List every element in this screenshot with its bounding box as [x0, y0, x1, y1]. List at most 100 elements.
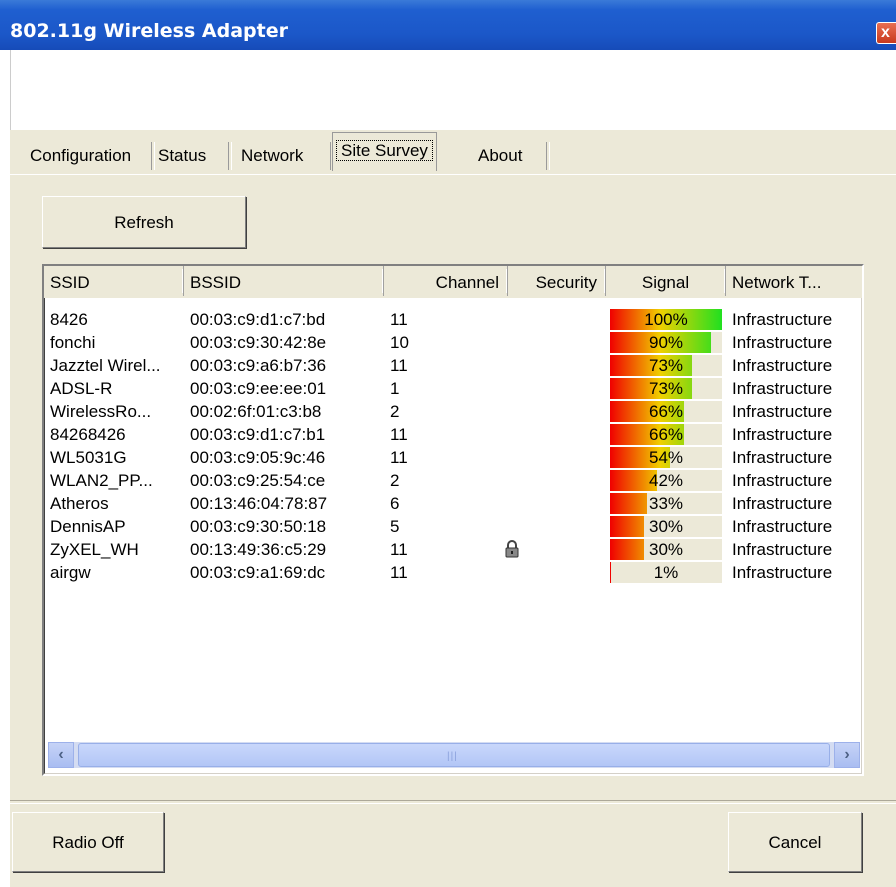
ssid-cell: 84268426	[50, 425, 126, 444]
bssid-cell: 00:13:46:04:78:87	[190, 494, 328, 513]
table-row[interactable]: 84268426 00:03:c9:d1:c7:b1 11 66% Infrastruc…	[44, 423, 862, 446]
scroll-right-icon[interactable]: ›	[834, 742, 860, 768]
signal-value: 90%	[648, 333, 684, 352]
tab-configuration[interactable]: Configuration	[30, 136, 131, 172]
channel-cell: 11	[390, 540, 408, 559]
ssid-cell: airgw	[50, 563, 91, 582]
refresh-button[interactable]: Refresh	[42, 196, 246, 248]
ssid-cell: Jazztel Wirel...	[50, 356, 161, 375]
banner-area	[10, 50, 896, 130]
signal-value: 30%	[648, 540, 684, 559]
ssid-cell: DennisAP	[50, 517, 126, 536]
lock-icon	[505, 540, 519, 558]
signal-value: 100%	[644, 310, 688, 329]
bssid-cell: 00:03:c9:30:42:8e	[190, 333, 327, 352]
table-row[interactable]: Jazztel Wirel... 00:03:c9:a6:b7:36 11 73% In…	[44, 354, 862, 377]
signal-value: 73%	[648, 356, 684, 375]
table-row[interactable]: WLAN2_PP... 00:03:c9:25:54:ce 2 42% Infrastr…	[44, 469, 862, 492]
bssid-cell: 00:03:c9:d1:c7:b1	[190, 425, 326, 444]
title-bar: 802.11g Wireless Adapter x	[0, 0, 896, 50]
scroll-left-icon[interactable]: ‹	[48, 742, 74, 768]
network-type-cell: Infrastructure	[732, 448, 833, 467]
column-ssid[interactable]: SSID	[44, 266, 184, 296]
grip-icon: |||	[447, 751, 458, 762]
column-channel[interactable]: Channel	[384, 266, 508, 296]
scroll-thumb[interactable]: |||	[78, 743, 830, 767]
tab-divider	[228, 142, 232, 170]
signal-meter: 30%	[610, 516, 722, 537]
column-security[interactable]: Security	[508, 266, 606, 296]
table-row[interactable]: Atheros 00:13:46:04:78:87 6 33% Infrastructu…	[44, 492, 862, 515]
signal-value: 30%	[648, 517, 684, 536]
horizontal-scrollbar[interactable]: ‹ ||| ›	[48, 742, 860, 768]
signal-meter: 33%	[610, 493, 722, 514]
signal-meter: 66%	[610, 401, 722, 422]
signal-value: 1%	[653, 563, 679, 582]
table-row[interactable]: WirelessRo... 00:02:6f:01:c3:b8 2 66% Infras…	[44, 400, 862, 423]
channel-cell: 11	[390, 563, 408, 582]
signal-value: 66%	[648, 425, 684, 444]
network-type-cell: Infrastructure	[732, 517, 833, 536]
table-row[interactable]: WL5031G 00:03:c9:05:9c:46 11 54% Infrastruct…	[44, 446, 862, 469]
table-row[interactable]: 8426 00:03:c9:d1:c7:bd 11 100% Infrastructur…	[44, 308, 862, 331]
column-bssid[interactable]: BSSID	[184, 266, 384, 296]
tab-site-survey-label: Site Survey	[336, 140, 433, 161]
ssid-cell: ADSL-R	[50, 379, 113, 398]
cancel-button[interactable]: Cancel	[728, 812, 862, 872]
channel-cell: 2	[390, 471, 400, 490]
bssid-cell: 00:03:c9:a6:b7:36	[190, 356, 327, 375]
network-type-cell: Infrastructure	[732, 494, 833, 513]
table-row[interactable]: airgw 00:03:c9:a1:69:dc 11 1% Infrastructure	[44, 561, 862, 584]
ssid-cell: 8426	[50, 310, 88, 329]
close-icon: x	[881, 24, 890, 41]
signal-meter: 73%	[610, 378, 722, 399]
network-type-cell: Infrastructure	[732, 425, 833, 444]
network-type-cell: Infrastructure	[732, 356, 833, 375]
column-network-type[interactable]: Network T...	[726, 266, 862, 296]
ssid-cell: ZyXEL_WH	[50, 540, 139, 559]
channel-cell: 11	[390, 310, 408, 329]
tab-site-survey[interactable]: Site Survey	[332, 132, 437, 171]
signal-meter: 66%	[610, 424, 722, 445]
bssid-cell: 00:03:c9:ee:ee:01	[190, 379, 327, 398]
signal-meter: 42%	[610, 470, 722, 491]
ssid-cell: WirelessRo...	[50, 402, 152, 421]
signal-meter: 30%	[610, 539, 722, 560]
channel-cell: 11	[390, 356, 408, 375]
network-type-cell: Infrastructure	[732, 379, 833, 398]
channel-cell: 11	[390, 425, 408, 444]
tab-status[interactable]: Status	[158, 136, 206, 172]
signal-value: 54%	[648, 448, 684, 467]
ssid-cell: fonchi	[50, 333, 96, 352]
separator	[10, 800, 896, 804]
ssid-cell: WLAN2_PP...	[50, 471, 153, 490]
bssid-cell: 00:03:c9:05:9c:46	[190, 448, 326, 467]
column-signal[interactable]: Signal	[606, 266, 726, 296]
tab-network[interactable]: Network	[241, 136, 303, 172]
signal-value: 33%	[648, 494, 684, 513]
channel-cell: 6	[390, 494, 400, 513]
tab-about[interactable]: About	[478, 136, 522, 172]
table-row[interactable]: ADSL-R 00:03:c9:ee:ee:01 1 73% Infrastructur…	[44, 377, 862, 400]
network-type-cell: Infrastructure	[732, 402, 833, 421]
close-button[interactable]: x	[876, 22, 896, 44]
network-list[interactable]: SSID BSSID Channel Security Signal Netwo…	[42, 264, 864, 776]
channel-cell: 5	[390, 517, 400, 536]
network-type-cell: Infrastructure	[732, 333, 833, 352]
tab-divider	[546, 142, 550, 170]
signal-meter: 1%	[610, 562, 722, 583]
network-type-cell: Infrastructure	[732, 471, 833, 490]
window-title: 802.11g Wireless Adapter	[10, 20, 288, 42]
radio-off-button[interactable]: Radio Off	[12, 812, 164, 872]
signal-meter: 73%	[610, 355, 722, 376]
bssid-cell: 00:02:6f:01:c3:b8	[190, 402, 322, 421]
table-row[interactable]: DennisAP 00:03:c9:30:50:18 5 30% Infrastruct…	[44, 515, 862, 538]
table-row[interactable]: fonchi 00:03:c9:30:42:8e 10 90% Infrastructu…	[44, 331, 862, 354]
signal-meter: 54%	[610, 447, 722, 468]
signal-meter: 100%	[610, 309, 722, 330]
tab-panel-edge	[10, 174, 896, 175]
bssid-cell: 00:03:c9:d1:c7:bd	[190, 310, 326, 329]
signal-value: 73%	[648, 379, 684, 398]
network-type-cell: Infrastructure	[732, 310, 833, 329]
table-row[interactable]: ZyXEL_WH 00:13:49:36:c5:29 11 30% Infrastruc…	[44, 538, 862, 561]
